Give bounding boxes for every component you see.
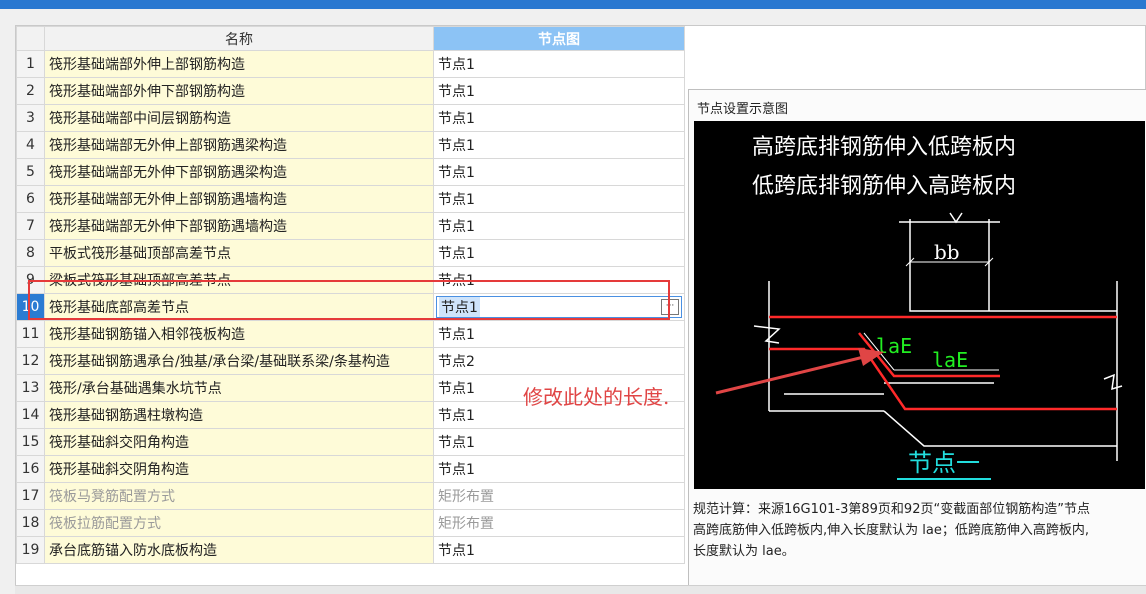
cell-node[interactable]: 节点1 bbox=[433, 266, 685, 294]
cell-name: 筏形基础端部外伸上部钢筋构造 bbox=[44, 50, 434, 78]
cell-node[interactable]: 矩形布置 bbox=[433, 509, 685, 537]
cell-node[interactable]: 节点1 bbox=[433, 158, 685, 186]
row-number[interactable]: 5 bbox=[16, 158, 45, 186]
desc-line-1: 规范计算：来源16G101-3第89页和92页“变截面部位钢筋构造”节点 bbox=[693, 502, 1090, 517]
cell-name: 梁板式筏形基础顶部高差节点 bbox=[44, 266, 434, 294]
table-row[interactable]: 11 筏形基础钢筋锚入相邻筏板构造 节点1 bbox=[16, 320, 685, 348]
row-number[interactable]: 11 bbox=[16, 320, 45, 348]
cell-name: 筏形基础斜交阳角构造 bbox=[44, 428, 434, 456]
cell-node[interactable]: 节点1 bbox=[433, 131, 685, 159]
label-lae-1: laE bbox=[876, 334, 912, 358]
cell-node[interactable]: 节点1 bbox=[433, 320, 685, 348]
cell-node[interactable]: 节点2 bbox=[433, 347, 685, 375]
cell-node[interactable]: 节点1 bbox=[433, 50, 685, 78]
diagram-line2: 低跨底排钢筋伸入高跨板内 bbox=[752, 174, 1016, 199]
table-header-row: 名称 节点图 bbox=[16, 26, 685, 51]
cell-name: 筏板马凳筋配置方式 bbox=[44, 482, 434, 510]
row-number[interactable]: 8 bbox=[16, 239, 45, 267]
table-row[interactable]: 3 筏形基础端部中间层钢筋构造 节点1 bbox=[16, 104, 685, 132]
diagram-caption: 节点一 bbox=[908, 449, 980, 477]
cell-name: 筏形基础端部无外伸上部钢筋遇梁构造 bbox=[44, 131, 434, 159]
row-number[interactable]: 12 bbox=[16, 347, 45, 375]
dimension-label-bb: bb bbox=[934, 240, 960, 264]
table-row[interactable]: 2 筏形基础端部外伸下部钢筋构造 节点1 bbox=[16, 77, 685, 105]
node-edit-field[interactable]: 节点1 ··· bbox=[436, 296, 682, 318]
cell-name: 筏形基础端部外伸下部钢筋构造 bbox=[44, 77, 434, 105]
cell-name: 筏形基础端部无外伸下部钢筋遇梁构造 bbox=[44, 158, 434, 186]
column-header-name[interactable]: 名称 bbox=[44, 26, 434, 51]
row-number[interactable]: 16 bbox=[16, 455, 45, 483]
table-row[interactable]: 6 筏形基础端部无外伸上部钢筋遇墙构造 节点1 bbox=[16, 185, 685, 213]
diagram-line1: 高跨底排钢筋伸入低跨板内 bbox=[752, 135, 1016, 160]
cell-name: 筏形基础端部中间层钢筋构造 bbox=[44, 104, 434, 132]
row-number[interactable]: 9 bbox=[16, 266, 45, 294]
cell-name: 筏形基础钢筋遇柱墩构造 bbox=[44, 401, 434, 429]
row-number[interactable]: 6 bbox=[16, 185, 45, 213]
row-number[interactable]: 15 bbox=[16, 428, 45, 456]
table-row[interactable]: 15 筏形基础斜交阳角构造 节点1 bbox=[16, 428, 685, 456]
cell-node[interactable]: 节点1 bbox=[433, 239, 685, 267]
table-row[interactable]: 7 筏形基础端部无外伸下部钢筋遇墙构造 节点1 bbox=[16, 212, 685, 240]
window-top-bar bbox=[0, 0, 1146, 9]
table-row[interactable]: 4 筏形基础端部无外伸上部钢筋遇梁构造 节点1 bbox=[16, 131, 685, 159]
desc-line-3: 长度默认为 lae。 bbox=[693, 544, 795, 559]
cell-name: 筏形基础钢筋遇承台/独基/承台梁/基础联系梁/条基构造 bbox=[44, 347, 434, 375]
table-row[interactable]: 12 筏形基础钢筋遇承台/独基/承台梁/基础联系梁/条基构造 节点2 bbox=[16, 347, 685, 375]
row-number[interactable]: 19 bbox=[16, 536, 45, 564]
node-preview-panel: 节点设置示意图 高跨底排钢筋伸入低跨板内 低跨底排钢筋伸入高跨板内 bb laE… bbox=[688, 89, 1146, 591]
row-number[interactable]: 18 bbox=[16, 509, 45, 537]
desc-line-2: 高跨底筋伸入低跨板内,伸入长度默认为 lae；低跨底筋伸入高跨板内, bbox=[693, 523, 1089, 538]
cell-node[interactable]: 矩形布置 bbox=[433, 482, 685, 510]
row-number[interactable]: 3 bbox=[16, 104, 45, 132]
cell-node-editing[interactable]: 节点1 ··· bbox=[433, 293, 685, 321]
row-number-header bbox=[16, 26, 45, 51]
table-row[interactable]: 1 筏形基础端部外伸上部钢筋构造 节点1 bbox=[16, 50, 685, 78]
cell-name: 筏形基础斜交阴角构造 bbox=[44, 455, 434, 483]
row-number[interactable]: 10 bbox=[16, 293, 45, 321]
cell-name: 筏板拉筋配置方式 bbox=[44, 509, 434, 537]
table-row[interactable]: 19 承台底筋锚入防水底板构造 节点1 bbox=[16, 536, 685, 564]
cell-name: 承台底筋锚入防水底板构造 bbox=[44, 536, 434, 564]
cell-node[interactable]: 节点1 bbox=[433, 212, 685, 240]
node-edit-value[interactable]: 节点1 bbox=[439, 297, 480, 317]
cell-name: 筏形基础底部高差节点 bbox=[44, 293, 434, 321]
row-number[interactable]: 4 bbox=[16, 131, 45, 159]
table-row[interactable]: 9 梁板式筏形基础顶部高差节点 节点1 bbox=[16, 266, 685, 294]
cell-name: 筏形基础钢筋锚入相邻筏板构造 bbox=[44, 320, 434, 348]
cell-node[interactable]: 节点1 bbox=[433, 185, 685, 213]
table-row[interactable]: 8 平板式筏形基础顶部高差节点 节点1 bbox=[16, 239, 685, 267]
row-number[interactable]: 17 bbox=[16, 482, 45, 510]
row-number[interactable]: 7 bbox=[16, 212, 45, 240]
preview-title: 节点设置示意图 bbox=[697, 102, 789, 117]
calculation-description: 规范计算：来源16G101-3第89页和92页“变截面部位钢筋构造”节点 高跨底… bbox=[693, 499, 1146, 562]
table-row[interactable]: 5 筏形基础端部无外伸下部钢筋遇梁构造 节点1 bbox=[16, 158, 685, 186]
node-settings-table: 名称 节点图 1 筏形基础端部外伸上部钢筋构造 节点1 2 筏形基础端部外伸下部钢筋构造… bbox=[16, 26, 685, 564]
ellipsis-button[interactable]: ··· bbox=[661, 299, 679, 315]
table-row[interactable]: 17 筏板马凳筋配置方式 矩形布置 bbox=[16, 482, 685, 510]
cell-node[interactable]: 节点1 bbox=[433, 428, 685, 456]
label-lae-2: laE bbox=[932, 348, 968, 372]
column-header-node[interactable]: 节点图 bbox=[433, 26, 685, 51]
table-row[interactable]: 18 筏板拉筋配置方式 矩形布置 bbox=[16, 509, 685, 537]
row-number[interactable]: 2 bbox=[16, 77, 45, 105]
row-number[interactable]: 1 bbox=[16, 50, 45, 78]
row-number[interactable]: 13 bbox=[16, 374, 45, 402]
cell-node[interactable]: 节点1 bbox=[433, 536, 685, 564]
cell-name: 筏形/承台基础遇集水坑节点 bbox=[44, 374, 434, 402]
node-diagram: 高跨底排钢筋伸入低跨板内 低跨底排钢筋伸入高跨板内 bb laE laE 节点一 bbox=[694, 121, 1145, 489]
cell-name: 筏形基础端部无外伸下部钢筋遇墙构造 bbox=[44, 212, 434, 240]
cell-name: 筏形基础端部无外伸上部钢筋遇墙构造 bbox=[44, 185, 434, 213]
annotation-text: 修改此处的长度. bbox=[523, 385, 670, 409]
cell-node[interactable]: 节点1 bbox=[433, 455, 685, 483]
table-row[interactable]: 16 筏形基础斜交阴角构造 节点1 bbox=[16, 455, 685, 483]
table-row[interactable]: 10 筏形基础底部高差节点 节点1 ··· bbox=[16, 293, 685, 321]
cell-name: 平板式筏形基础顶部高差节点 bbox=[44, 239, 434, 267]
cell-node[interactable]: 节点1 bbox=[433, 77, 685, 105]
row-number[interactable]: 14 bbox=[16, 401, 45, 429]
cell-node[interactable]: 节点1 bbox=[433, 104, 685, 132]
